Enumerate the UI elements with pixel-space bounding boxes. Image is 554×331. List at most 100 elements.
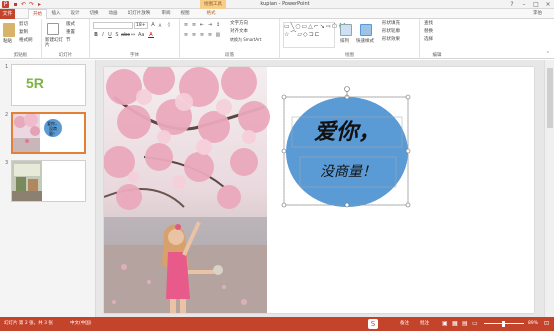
font-name-select[interactable] [93,22,133,29]
tab-review[interactable]: 审阅 [159,9,173,19]
maximize-icon[interactable]: □ [530,0,542,9]
powerpoint-logo-icon[interactable]: P [2,1,9,8]
font-size-select[interactable]: 18+ [134,22,148,29]
slide-sorter-icon[interactable]: ▦ [452,317,458,331]
normal-view-icon[interactable]: ▣ [442,317,448,331]
scrollbar-thumb[interactable] [547,68,553,128]
shadow-icon[interactable]: S [114,32,120,38]
cherry-blossom-photo[interactable] [104,67,534,313]
new-slide-button[interactable]: 新建幻灯片 [45,38,63,48]
text-direction-button[interactable]: 文字方向 [230,21,248,27]
start-from-beginning-icon[interactable]: ▸ [36,1,43,8]
vertical-scrollbar[interactable] [544,60,554,317]
notes-button[interactable]: 备注 [400,317,409,331]
reset-button[interactable]: 重置 [66,30,75,36]
paste-button[interactable]: 粘贴 [3,39,12,45]
user-name[interactable]: 李伯 [533,9,542,19]
shape-fill-button[interactable]: 形状填充 [382,21,400,27]
char-spacing-icon[interactable]: ↔ [130,32,136,38]
bold-icon[interactable]: B [93,32,99,38]
drawing-tools-context-title: 绘图工具 [200,0,226,9]
powerpoint-window: P ▪ ↶ ↷ ▸ 绘图工具 kupian - PowerPoint ? – □… [0,0,554,331]
tab-insert[interactable]: 插入 [49,9,63,19]
quick-styles-button[interactable]: 快速样式 [356,39,374,45]
decrease-indent-icon[interactable]: ⇤ [199,22,205,28]
new-slide-icon[interactable] [47,23,59,35]
slide-thumbnail-1[interactable]: 5R [11,64,86,106]
tab-view[interactable]: 视图 [178,9,192,19]
tab-design[interactable]: 设计 [68,9,82,19]
align-right-icon[interactable]: ≡ [199,32,205,38]
change-case-icon[interactable]: Aa [138,32,144,38]
align-text-button[interactable]: 对齐文本 [230,29,248,35]
close-icon[interactable]: × [542,0,554,9]
align-left-icon[interactable]: ≡ [183,32,189,38]
slide-thumbnail-2[interactable]: 爱你，没商量！ [11,112,86,154]
shape-outline-button[interactable]: 形状轮廓 [382,29,400,35]
minimize-icon[interactable]: – [518,0,530,9]
underline-icon[interactable]: U [107,32,113,38]
shape-text-line-1[interactable]: 爱你， [292,117,402,147]
tab-animations[interactable]: 动画 [106,9,120,19]
slide-number: 3 [5,160,9,166]
zoom-level[interactable]: 89% [528,317,538,331]
strikethrough-icon[interactable]: abc [121,32,130,38]
slides-group-label: 幻灯片 [58,53,73,58]
shape-text-line-2[interactable]: 没商量！ [300,157,396,187]
shapes-gallery[interactable]: ▭╲○▭△⌐↘⇨⬠{}☆⌒▱◇⊐⊏ [283,22,347,48]
slide-thumbnail-3[interactable] [11,160,86,202]
font-color-icon[interactable]: A [148,32,154,38]
columns-icon[interactable]: ▥ [215,32,221,38]
cut-button[interactable]: 剪切 [19,22,28,28]
undo-icon[interactable]: ↶ [20,1,27,8]
arrange-button[interactable]: 排列 [340,39,349,45]
collapse-ribbon-icon[interactable]: ⌃ [546,51,550,57]
slide-3-preview [12,161,42,201]
shrink-font-icon[interactable]: A [157,23,163,29]
convert-smartart-button[interactable]: 转换为 SmartArt [230,37,261,43]
grow-font-icon[interactable]: A [150,22,156,28]
line-spacing-icon[interactable]: ↕ [215,22,221,28]
format-painter-button[interactable]: 格式刷 [19,38,33,44]
slideshow-view-icon[interactable]: ▭ [472,317,478,331]
slide-number: 2 [5,112,9,118]
tab-format[interactable]: 格式 [204,9,218,19]
find-button[interactable]: 查找 [424,21,433,27]
justify-icon[interactable]: ≡ [207,32,213,38]
reading-view-icon[interactable]: ▤ [462,317,468,331]
title-bar: P ▪ ↶ ↷ ▸ 绘图工具 kupian - PowerPoint ? – □… [0,0,554,9]
quick-styles-icon[interactable] [360,24,372,36]
fit-to-window-icon[interactable]: ⊡ [544,317,549,331]
zoom-slider-thumb[interactable] [502,321,505,327]
paste-icon[interactable] [3,23,15,37]
redo-icon[interactable]: ↷ [28,1,35,8]
comments-button[interactable]: 批注 [420,317,429,331]
slide-canvas[interactable]: 爱你， 没商量！ [104,67,534,313]
slide-info: 幻灯片 第 2 张，共 3 张 [4,321,53,326]
tab-file[interactable]: 文件 [0,9,15,19]
layout-button[interactable]: 版式 [66,22,75,28]
slides-group: 新建幻灯片 版式 重置 节 幻灯片 [42,19,90,59]
tab-slideshow[interactable]: 幻灯片放映 [124,9,154,19]
tab-transitions[interactable]: 切换 [87,9,101,19]
clear-formatting-icon[interactable]: ◊ [166,22,172,28]
ribbon-tabs: 文件 开始 插入 设计 切换 动画 幻灯片放映 审阅 视图 格式 李伯 [0,9,554,19]
increase-indent-icon[interactable]: ⇥ [207,22,213,28]
drawing-group-label: 绘图 [345,53,354,58]
copy-button[interactable]: 复制 [19,30,28,36]
select-button[interactable]: 选择 [424,37,433,43]
help-icon[interactable]: ? [506,0,518,9]
align-center-icon[interactable]: ≡ [191,32,197,38]
shape-effects-button[interactable]: 形状效果 [382,37,400,43]
bullets-icon[interactable]: ≡ [183,22,189,28]
numbering-icon[interactable]: ≡ [191,22,197,28]
section-button[interactable]: 节 [66,38,71,44]
ime-icon[interactable]: S [368,319,378,329]
language-status[interactable]: 中文(中国) [70,317,92,331]
save-icon[interactable]: ▪ [12,1,19,8]
replace-button[interactable]: 替换 [424,29,433,35]
italic-icon[interactable]: I [100,32,106,38]
arrange-icon[interactable] [340,24,352,36]
editing-group-label: 编辑 [432,53,442,58]
tab-home[interactable]: 开始 [28,9,47,19]
